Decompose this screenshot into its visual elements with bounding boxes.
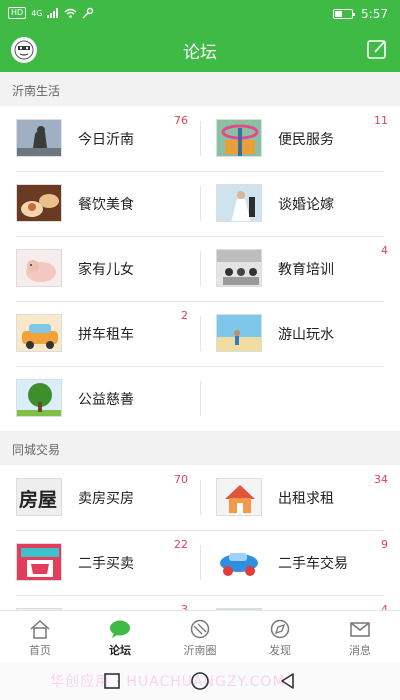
post-count: 2	[181, 309, 188, 322]
svg-text:房屋: 房屋	[19, 488, 57, 511]
forum-item-carpool[interactable]: 拼车租车 2	[0, 301, 200, 366]
post-count: 9	[381, 538, 388, 551]
divider	[200, 381, 201, 416]
tab-label: 首页	[29, 644, 51, 657]
forum-item-education[interactable]: 教育培训 4	[200, 236, 400, 301]
divider	[200, 480, 201, 515]
forum-item-label: 家有儿女	[78, 262, 134, 278]
divider	[200, 186, 201, 221]
forum-grid-local-trade: 房屋 卖房买房 70 出租求租 34 二手买卖 22 二手车交易 9 3 4	[0, 465, 400, 610]
tab-label: 消息	[349, 644, 371, 657]
divider	[200, 316, 201, 351]
recent-apps-icon[interactable]	[102, 671, 122, 691]
forum-item-charity[interactable]: 公益慈善	[0, 366, 200, 431]
forum-item-label: 谈婚论嫁	[278, 197, 334, 213]
forum-item-partial-left[interactable]: 3	[0, 595, 200, 610]
forum-item-label: 公益慈善	[78, 392, 134, 408]
tab-yinan-circle[interactable]: 沂南圈	[160, 611, 240, 662]
forum-item-label: 教育培训	[278, 262, 334, 278]
tab-label: 发现	[269, 644, 291, 657]
forum-item-kids[interactable]: 家有儿女	[0, 236, 200, 301]
mail-icon	[350, 622, 370, 637]
forum-item-label: 出租求租	[278, 491, 334, 507]
status-bar: HD 4G 5:57	[0, 0, 400, 28]
circle-icon	[190, 619, 210, 639]
battery-icon	[333, 9, 356, 19]
forum-item-label: 便民服务	[278, 132, 334, 148]
forum-item-travel[interactable]: 游山玩水	[200, 301, 400, 366]
forum-item-label: 今日沂南	[78, 132, 134, 148]
forum-item-label: 二手车交易	[278, 556, 348, 572]
tree-photo	[16, 379, 62, 417]
tab-home[interactable]: 首页	[0, 611, 80, 662]
forum-item-used-cars[interactable]: 二手车交易 9	[200, 530, 400, 595]
system-navigation-bar: 华创应用 · HUACHUANGZY.COM	[0, 662, 400, 700]
tab-label: 沂南圈	[183, 644, 217, 657]
post-count: 3	[181, 603, 188, 610]
chat-icon	[110, 620, 130, 638]
page-title: 论坛	[183, 43, 217, 63]
forum-item-partial-right[interactable]: 4	[200, 595, 400, 610]
section-header-yinan-life: 沂南生活	[0, 72, 400, 106]
baby-photo	[16, 249, 62, 287]
forum-item-convenience-service[interactable]: 便民服务 11	[200, 106, 400, 171]
forum-item-secondhand[interactable]: 二手买卖 22	[0, 530, 200, 595]
forum-item-label: 二手买卖	[78, 556, 134, 572]
divider	[200, 545, 201, 580]
app-screen: HD 4G 5:57 论坛 沂南生活 今日沂南 76 便民服务 11 餐饮美食 …	[0, 0, 400, 700]
forum-item-label: 餐饮美食	[78, 197, 134, 213]
hd-badge: HD	[8, 7, 27, 19]
forum-item-marriage[interactable]: 谈婚论嫁	[200, 171, 400, 236]
post-count: 4	[381, 603, 388, 610]
house-characters-image: 房屋	[16, 478, 62, 516]
back-icon[interactable]	[278, 671, 298, 691]
tab-messages[interactable]: 消息	[320, 611, 400, 662]
statue-photo	[16, 119, 62, 157]
signal-icon	[47, 8, 59, 18]
forum-item-label: 卖房买房	[78, 491, 134, 507]
post-count: 11	[374, 114, 388, 127]
post-count: 76	[174, 114, 188, 127]
beach-photo	[216, 314, 262, 352]
toy-car-image	[216, 543, 262, 581]
divider	[200, 251, 201, 286]
watermark: 华创应用 · HUACHUANGZY.COM	[50, 674, 286, 690]
road-sign-photo	[216, 119, 262, 157]
forum-item-rental[interactable]: 出租求租 34	[200, 465, 400, 530]
forum-item-house-sale[interactable]: 房屋 卖房买房 70	[0, 465, 200, 530]
post-count: 70	[174, 473, 188, 486]
wedding-photo	[216, 184, 262, 222]
tab-label: 论坛	[109, 644, 131, 657]
forum-item-label: 游山玩水	[278, 327, 334, 343]
forum-item-food[interactable]: 餐饮美食	[0, 171, 200, 236]
forum-grid-yinan-life: 今日沂南 76 便民服务 11 餐饮美食 谈婚论嫁 家有儿女 教育培训 4 拼车…	[0, 106, 400, 431]
tab-forum[interactable]: 论坛	[80, 611, 160, 662]
wifi-icon	[64, 8, 77, 18]
classroom-photo	[216, 249, 262, 287]
home-icon	[30, 619, 50, 639]
tab-discover[interactable]: 发现	[240, 611, 320, 662]
compass-icon	[270, 619, 290, 639]
bottom-tab-bar: 首页 论坛 沂南圈 发现 消息	[0, 610, 400, 662]
section-header-local-trade: 同城交易	[0, 431, 400, 465]
post-count: 22	[174, 538, 188, 551]
shop-icon	[16, 543, 62, 581]
car-cartoon	[16, 314, 62, 352]
forum-item-label: 拼车租车	[78, 327, 134, 343]
food-photo	[16, 184, 62, 222]
compose-icon[interactable]	[366, 38, 388, 60]
title-bar: 论坛	[0, 28, 400, 72]
key-icon	[82, 7, 94, 19]
home-button-icon[interactable]	[190, 671, 210, 691]
post-count: 34	[374, 473, 388, 486]
signal-text: 4G	[31, 8, 43, 18]
divider	[200, 121, 201, 156]
house-icon	[216, 478, 262, 516]
forum-item-today-yinan[interactable]: 今日沂南 76	[0, 106, 200, 171]
status-time: 5:57	[361, 7, 388, 21]
post-count: 4	[381, 244, 388, 257]
